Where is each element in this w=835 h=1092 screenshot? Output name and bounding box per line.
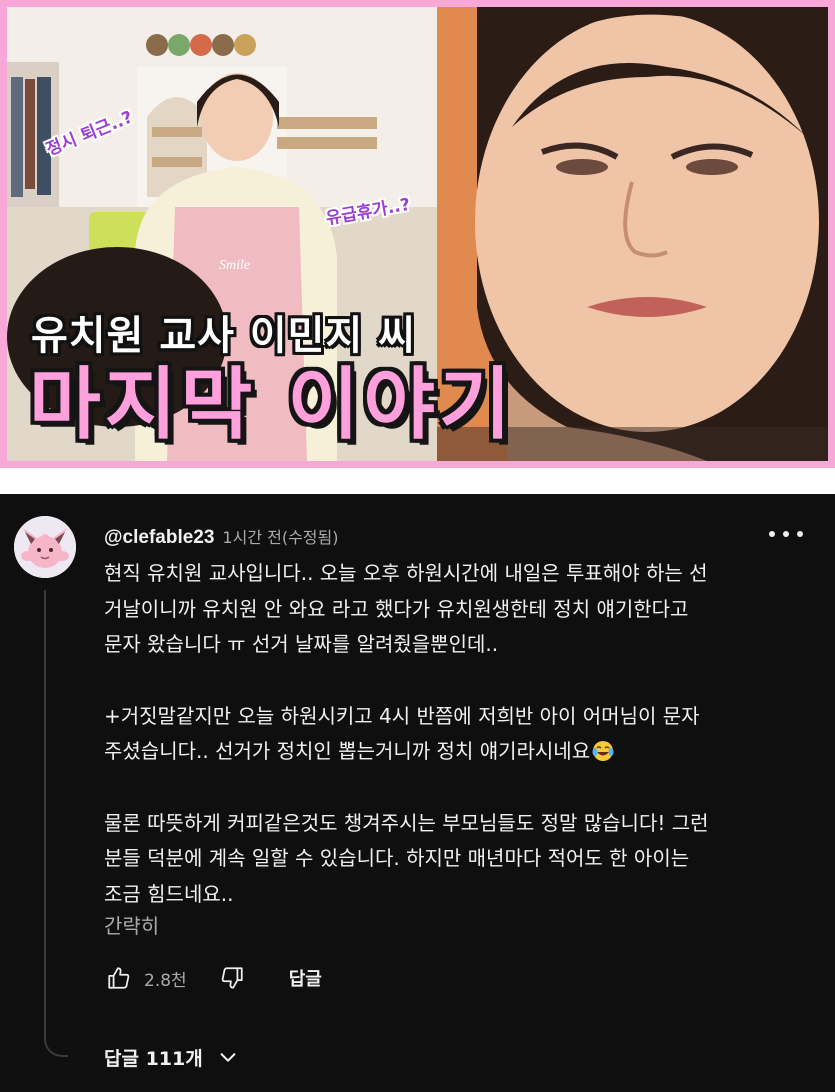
view-replies-button[interactable]: 답글 111개	[104, 1042, 239, 1072]
comment-paragraph-2: +거짓말같지만 오늘 하원시키고 4시 반쯤에 저희반 아이 어머님이 문자 주…	[104, 703, 700, 764]
clefairy-avatar-icon	[14, 516, 76, 578]
apron-logo-text: Smile	[219, 258, 250, 273]
replies-count-label: 답글 111개	[104, 1047, 203, 1070]
thumbs-up-icon	[108, 967, 130, 989]
comment-text: 현직 유치원 교사입니다.. 오늘 오후 하원시간에 내일은 투표해야 하는 선…	[104, 556, 824, 912]
avatar[interactable]	[14, 516, 76, 578]
comment-header: @clefable23 1시간 전(수정됨)	[104, 524, 339, 549]
chevron-down-icon	[220, 1053, 236, 1062]
more-options-button[interactable]	[769, 522, 803, 546]
laughing-tears-emoji-icon	[592, 741, 614, 761]
video-thumbnail[interactable]: Smile 정시 퇴근..? 유급휴가..? 유치원 교사 이민지 씨 마지막 …	[0, 0, 835, 468]
comment-action-row: 2.8천 답글	[104, 962, 322, 994]
comment-timestamp[interactable]: 1시간 전(수정됨)	[222, 528, 338, 547]
thread-connector-line	[44, 590, 68, 1057]
comment-thread: @clefable23 1시간 전(수정됨) 현직 유치원 교사입니다.. 오늘 …	[0, 494, 835, 1092]
dislike-button[interactable]	[217, 963, 247, 993]
show-less-link[interactable]: 간략히	[104, 910, 159, 939]
like-button[interactable]	[104, 963, 134, 993]
reply-button[interactable]: 답글	[289, 965, 322, 991]
comment-paragraph-3: 물론 따뜻하게 커피같은것도 챙겨주시는 부모님들도 정말 많습니다! 그런 분…	[104, 810, 709, 906]
author-handle[interactable]: @clefable23	[104, 527, 214, 548]
more-vert-icon	[769, 531, 775, 537]
thumbnail-caption-title: 마지막 이야기	[29, 360, 515, 450]
thumbnail-caption-subtitle: 유치원 교사 이민지 씨	[31, 313, 416, 359]
section-divider	[0, 468, 835, 494]
like-count: 2.8천	[144, 970, 187, 991]
thumbs-down-icon	[221, 967, 243, 989]
comment-paragraph-1: 현직 유치원 교사입니다.. 오늘 오후 하원시간에 내일은 투표해야 하는 선…	[104, 561, 708, 656]
